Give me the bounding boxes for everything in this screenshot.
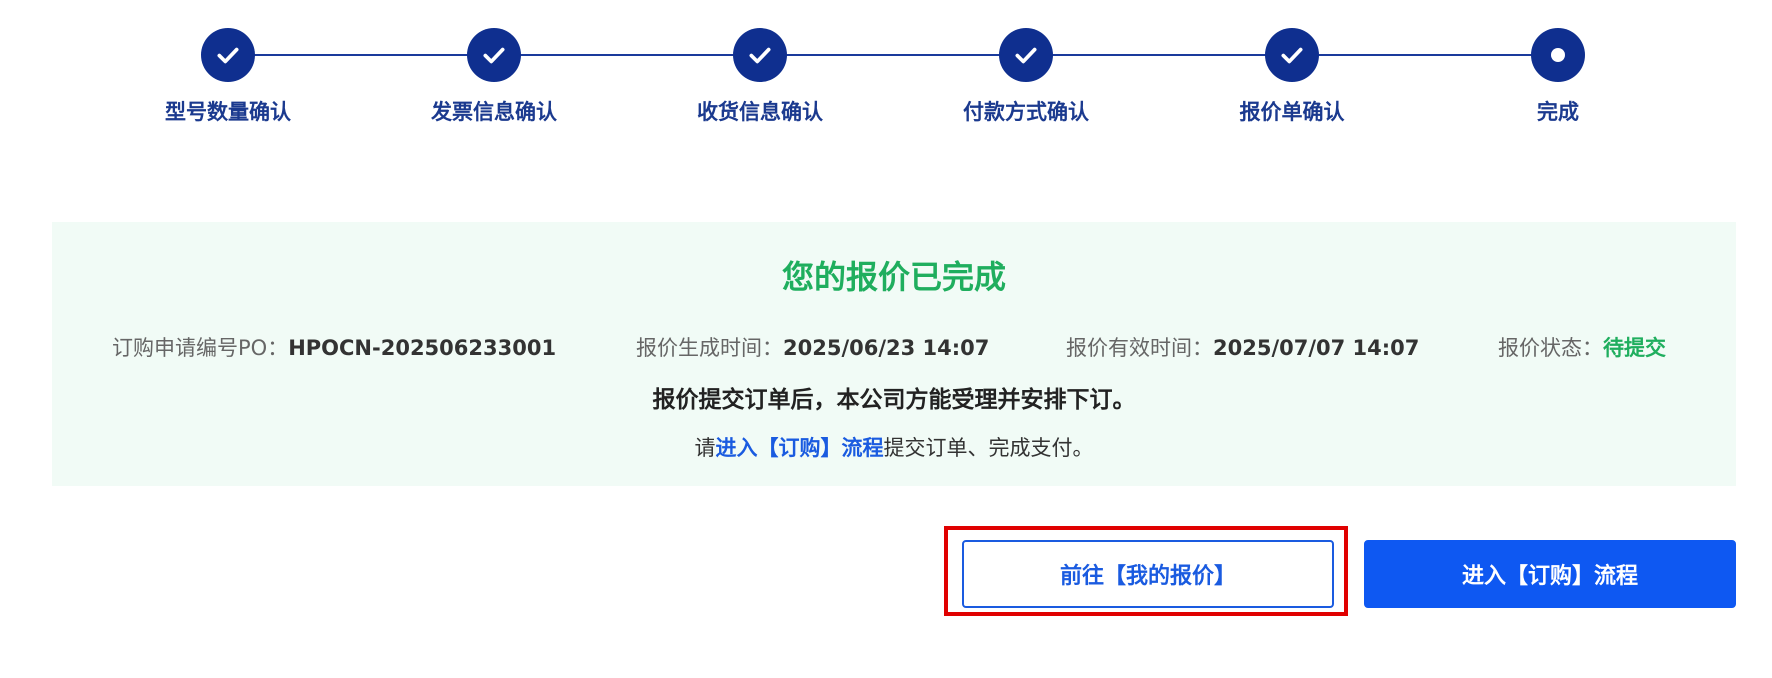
step-done-circle <box>467 28 521 82</box>
check-icon <box>217 47 239 64</box>
valid-time-label: 报价有效时间： <box>1066 336 1213 360</box>
my-quotes-button[interactable]: 前往【我的报价】 <box>962 540 1334 608</box>
instruction-prefix: 请 <box>694 436 716 460</box>
check-icon <box>1015 47 1037 64</box>
check-icon <box>483 47 505 64</box>
valid-time-value: 2025/07/07 14:07 <box>1213 336 1420 360</box>
step-label: 完成 <box>1537 100 1579 124</box>
step-label: 发票信息确认 <box>431 100 557 124</box>
step-done-circle <box>201 28 255 82</box>
instruction-suffix: 提交订单、完成支付。 <box>883 436 1094 460</box>
step-current-circle <box>1531 28 1585 82</box>
po-number-field: 订购申请编号PO：HPOCN-202506233001 <box>112 332 556 362</box>
enter-order-link[interactable]: 进入【订购】流程 <box>716 436 884 460</box>
step-complete: 完成 <box>1458 28 1658 126</box>
step-label: 付款方式确认 <box>963 100 1089 124</box>
check-icon <box>1281 47 1303 64</box>
enter-order-button[interactable]: 进入【订购】流程 <box>1364 540 1736 608</box>
generated-time-label: 报价生成时间： <box>636 336 783 360</box>
step-model-quantity: 型号数量确认 <box>128 28 328 126</box>
step-label: 报价单确认 <box>1239 100 1345 124</box>
generated-time-field: 报价生成时间：2025/06/23 14:07 <box>636 332 989 362</box>
step-payment-method: 付款方式确认 <box>926 28 1126 126</box>
step-label: 收货信息确认 <box>697 100 823 124</box>
step-done-circle <box>1265 28 1319 82</box>
po-number-value: HPOCN-202506233001 <box>288 336 557 360</box>
generated-time-value: 2025/06/23 14:07 <box>783 336 990 360</box>
order-notice: 报价提交订单后，本公司方能受理并安排下订。 <box>652 387 1136 413</box>
step-shipping-info: 收货信息确认 <box>660 28 860 126</box>
instruction-text: 请进入【订购】流程提交订单、完成支付。 <box>52 432 1736 462</box>
step-invoice-info: 发票信息确认 <box>394 28 594 126</box>
quote-status-value: 待提交 <box>1603 336 1666 360</box>
dot-icon <box>1551 48 1565 62</box>
step-quote-confirm: 报价单确认 <box>1192 28 1392 126</box>
quote-status-label: 报价状态： <box>1498 336 1603 360</box>
progress-stepper: 型号数量确认 发票信息确认 收货信息确认 付款方式确认 报价单确认 完成 <box>0 0 1772 140</box>
valid-time-field: 报价有效时间：2025/07/07 14:07 <box>1066 332 1419 362</box>
result-title: 您的报价已完成 <box>781 258 1006 296</box>
quote-result-panel: 您的报价已完成 订购申请编号PO：HPOCN-202506233001 报价生成… <box>52 222 1736 486</box>
quote-status-field: 报价状态：待提交 <box>1498 332 1666 362</box>
step-done-circle <box>999 28 1053 82</box>
step-label: 型号数量确认 <box>165 100 291 124</box>
po-number-label: 订购申请编号PO： <box>112 336 289 360</box>
check-icon <box>749 47 771 64</box>
step-done-circle <box>733 28 787 82</box>
